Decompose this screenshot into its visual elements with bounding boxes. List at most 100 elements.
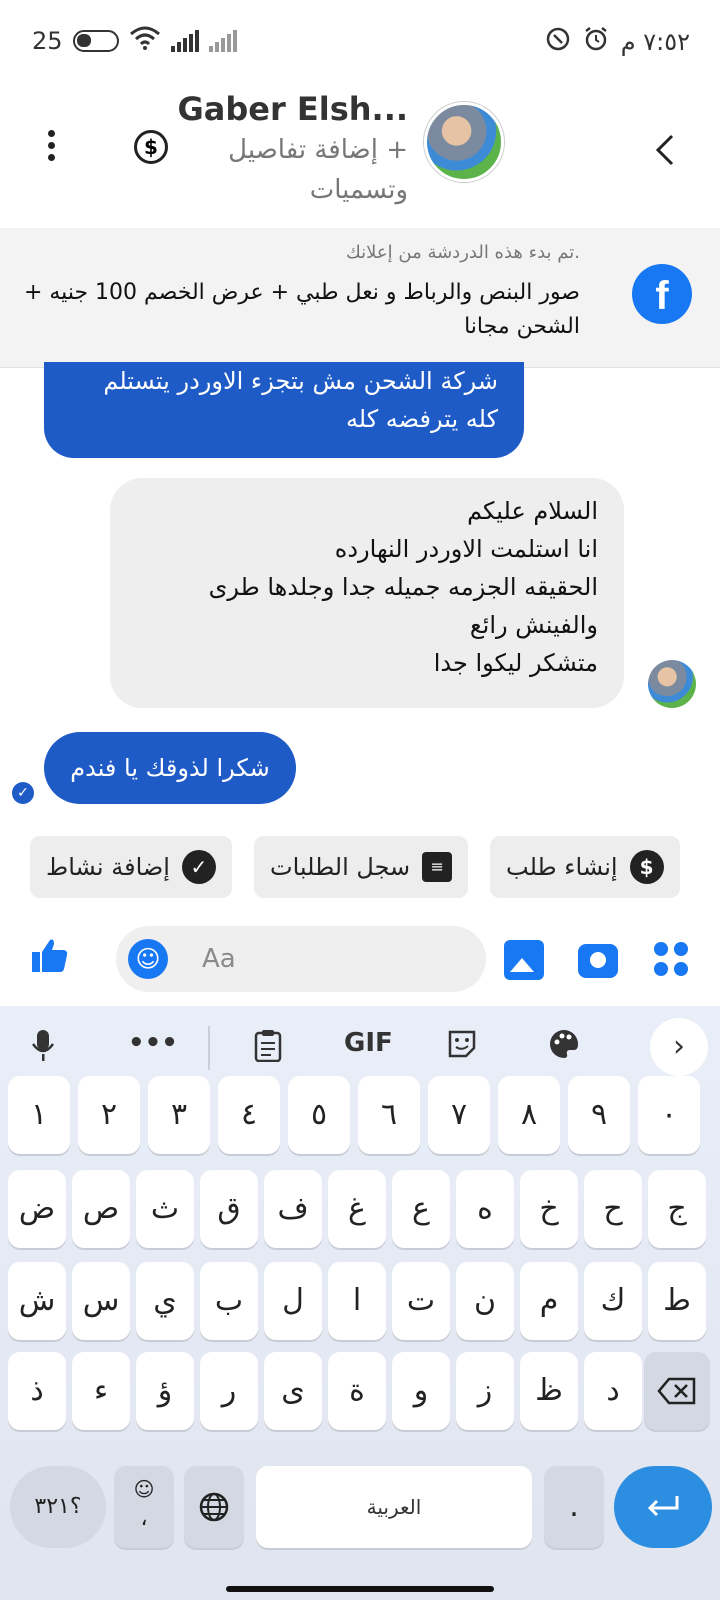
dnd-icon: [545, 26, 571, 58]
key[interactable]: ء: [72, 1352, 130, 1430]
key[interactable]: ق: [200, 1170, 258, 1248]
key[interactable]: غ: [328, 1170, 386, 1248]
signal-icon-sim2: [208, 30, 237, 52]
incoming-message[interactable]: السلام عليكم انا استلمت الاوردر النهارده…: [110, 478, 624, 708]
gif-button[interactable]: GIF: [344, 1028, 393, 1058]
more-options-icon[interactable]: [48, 130, 58, 166]
enter-key[interactable]: [614, 1466, 712, 1548]
key[interactable]: ٥: [288, 1076, 350, 1154]
key[interactable]: ة: [328, 1352, 386, 1430]
key[interactable]: ب: [200, 1262, 258, 1340]
key[interactable]: م: [520, 1262, 578, 1340]
contact-avatar[interactable]: [424, 102, 504, 182]
add-activity-label: إضافة نشاط: [46, 853, 170, 881]
outgoing-message[interactable]: شركة الشحن مش بتجزء الاوردر يتستلم كله ي…: [44, 362, 524, 458]
home-indicator: [226, 1586, 494, 1592]
sticker-icon[interactable]: [446, 1028, 478, 1067]
key[interactable]: ١: [8, 1076, 70, 1154]
facebook-icon: f: [632, 264, 692, 324]
message-line: شركة الشحن مش بتجزء الاوردر يتستلم: [103, 367, 498, 395]
chat-header: $ Gaber Elsh... + إضافة تفاصيل وتسميات: [0, 80, 720, 228]
gallery-icon[interactable]: [504, 940, 544, 980]
key[interactable]: ه: [456, 1170, 514, 1248]
alarm-icon: [583, 26, 609, 58]
key[interactable]: ٦: [358, 1076, 420, 1154]
contact-name[interactable]: Gaber Elsh...: [177, 90, 408, 128]
emoji-comma-key[interactable]: ☺ ،: [114, 1466, 174, 1548]
dollar-icon: $: [629, 850, 664, 884]
message-input[interactable]: ☺ Aa: [116, 926, 486, 992]
seen-check-icon: ✓: [12, 782, 34, 804]
symbols-key[interactable]: ؟٣٢١: [10, 1466, 106, 1548]
key[interactable]: ل: [264, 1262, 322, 1340]
key[interactable]: ج: [648, 1170, 706, 1248]
key[interactable]: ص: [72, 1170, 130, 1248]
key[interactable]: ن: [456, 1262, 514, 1340]
key[interactable]: ط: [648, 1262, 706, 1340]
emoji-icon[interactable]: ☺: [128, 939, 168, 979]
status-bar: 25 ٧:٥٢ م: [0, 0, 720, 80]
key[interactable]: ٠: [638, 1076, 700, 1154]
ad-origin-note: .تم بدء هذه الدردشة من إعلانك: [346, 242, 580, 263]
clipboard-icon[interactable]: [254, 1028, 282, 1069]
receipt-icon: ≡: [422, 852, 453, 882]
check-circle-icon: ✓: [181, 850, 216, 884]
key[interactable]: ٢: [78, 1076, 140, 1154]
key[interactable]: ض: [8, 1170, 66, 1248]
key[interactable]: ظ: [520, 1352, 578, 1430]
outgoing-message[interactable]: شكرا لذوقك يا فندم: [44, 732, 296, 804]
back-chevron-icon[interactable]: [654, 132, 676, 178]
key[interactable]: ٨: [498, 1076, 560, 1154]
clock: ٧:٥٢ م: [620, 28, 690, 56]
key[interactable]: ٤: [218, 1076, 280, 1154]
key[interactable]: ذ: [8, 1352, 66, 1430]
message-line: الحقيقه الجزمه جميله جدا وجلدها طرى: [208, 573, 598, 601]
create-order-label: إنشاء طلب: [506, 853, 618, 881]
key[interactable]: ز: [456, 1352, 514, 1430]
key[interactable]: ٣: [148, 1076, 210, 1154]
payment-icon[interactable]: $: [134, 130, 168, 164]
more-options-icon[interactable]: •••: [128, 1028, 178, 1058]
thumbs-up-icon[interactable]: [30, 936, 70, 985]
key[interactable]: خ: [520, 1170, 578, 1248]
key[interactable]: ي: [136, 1262, 194, 1340]
wifi-icon: [129, 26, 161, 56]
language-globe-key[interactable]: [184, 1466, 244, 1548]
key[interactable]: ح: [584, 1170, 642, 1248]
more-apps-icon[interactable]: [652, 940, 692, 980]
ad-context-banner[interactable]: .تم بدء هذه الدردشة من إعلانك صور البنص …: [0, 228, 720, 368]
key[interactable]: ى: [264, 1352, 322, 1430]
key[interactable]: ؤ: [136, 1352, 194, 1430]
key[interactable]: ت: [392, 1262, 450, 1340]
key[interactable]: ر: [200, 1352, 258, 1430]
add-activity-button[interactable]: ✓ إضافة نشاط: [30, 836, 232, 898]
emoji-icon: ☺: [133, 1477, 155, 1501]
key[interactable]: ك: [584, 1262, 642, 1340]
create-order-button[interactable]: $ إنشاء طلب: [490, 836, 680, 898]
microphone-icon[interactable]: [30, 1028, 56, 1069]
order-history-button[interactable]: ≡ سجل الطلبات: [254, 836, 469, 898]
message-line: السلام عليكم: [467, 497, 598, 525]
message-line: والفينش رائع: [469, 611, 598, 639]
key[interactable]: ش: [8, 1262, 66, 1340]
camera-icon[interactable]: [578, 944, 618, 978]
key[interactable]: ا: [328, 1262, 386, 1340]
message-composer: ☺ Aa: [0, 918, 720, 1004]
message-line: كله يترفضه كله: [345, 405, 498, 433]
key[interactable]: ث: [136, 1170, 194, 1248]
key[interactable]: د: [584, 1352, 642, 1430]
message-placeholder: Aa: [202, 944, 236, 974]
expand-toolbar-chevron-icon[interactable]: ›: [650, 1018, 708, 1076]
message-line: انا استلمت الاوردر النهارده: [334, 535, 598, 563]
period-key[interactable]: .: [544, 1466, 604, 1548]
key[interactable]: ٩: [568, 1076, 630, 1154]
key[interactable]: ٧: [428, 1076, 490, 1154]
key[interactable]: ف: [264, 1170, 322, 1248]
key[interactable]: ع: [392, 1170, 450, 1248]
key[interactable]: س: [72, 1262, 130, 1340]
theme-palette-icon[interactable]: [548, 1028, 580, 1067]
key[interactable]: و: [392, 1352, 450, 1430]
space-bar[interactable]: العربية: [256, 1466, 532, 1548]
backspace-key[interactable]: [644, 1352, 710, 1430]
add-details-labels-link[interactable]: + إضافة تفاصيل وتسميات: [208, 130, 408, 210]
